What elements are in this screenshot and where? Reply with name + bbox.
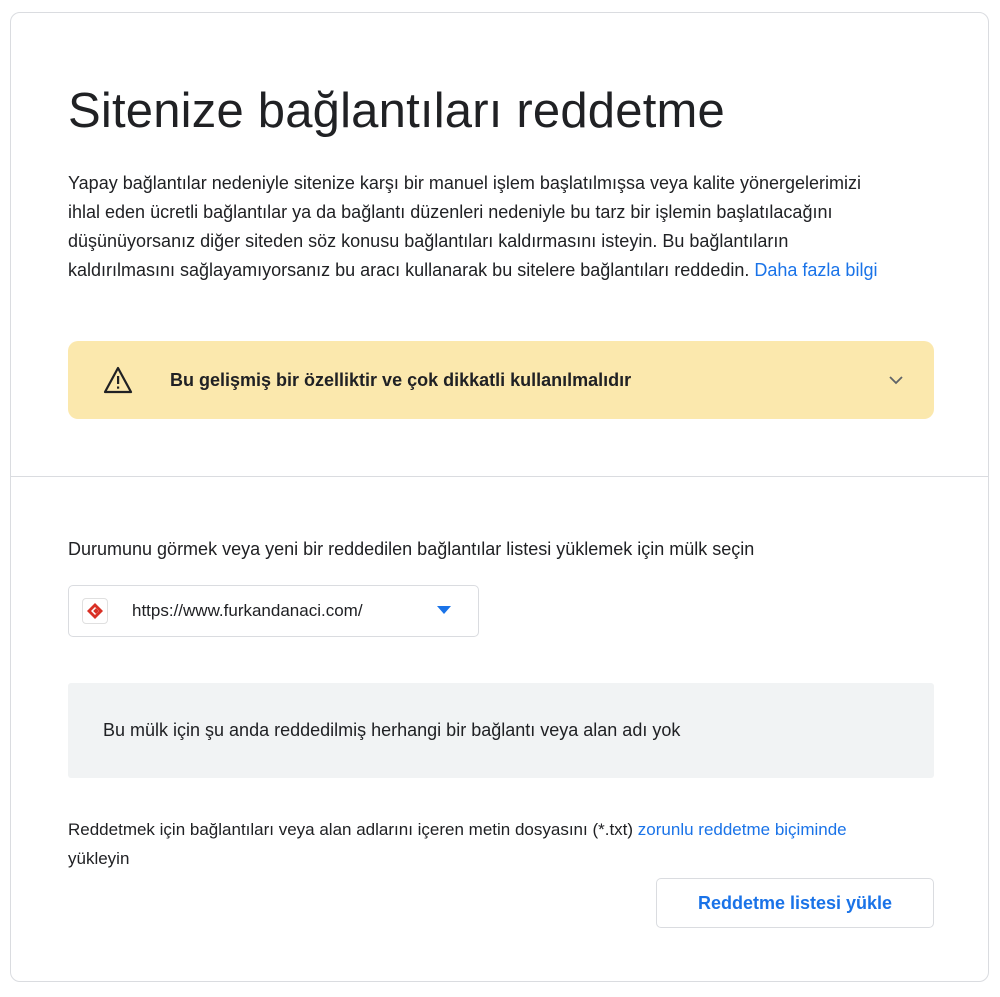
page-title: Sitenize bağlantıları reddetme — [68, 84, 725, 138]
disavow-card: Sitenize bağlantıları reddetme Yapay bağ… — [10, 12, 989, 982]
warning-text: Bu gelişmiş bir özelliktir ve çok dikkat… — [170, 370, 632, 390]
upload-disavow-list-button[interactable]: Reddetme listesi yükle — [656, 878, 934, 928]
property-selector[interactable]: https://www.furkandanaci.com/ — [68, 585, 479, 637]
warning-triangle-icon — [103, 366, 133, 394]
empty-state-box: Bu mülk için şu anda reddedilmiş herhang… — [68, 683, 934, 778]
learn-more-link[interactable]: Daha fazla bilgi — [754, 260, 877, 280]
upload-description-text: Reddetmek için bağlantıları veya alan ad… — [68, 820, 634, 839]
section-divider — [11, 476, 988, 477]
intro-paragraph: Yapay bağlantılar nedeniyle sitenize kar… — [68, 169, 888, 285]
site-favicon-icon — [82, 598, 108, 624]
upload-description-suffix: yükleyin — [68, 849, 130, 868]
advanced-feature-warning[interactable]: Bu gelişmiş bir özelliktir ve çok dikkat… — [68, 341, 934, 419]
empty-state-message: Bu mülk için şu anda reddedilmiş herhang… — [103, 720, 681, 740]
intro-text: Yapay bağlantılar nedeniyle sitenize kar… — [68, 173, 862, 280]
selected-property-url: https://www.furkandanaci.com/ — [132, 601, 363, 620]
chevron-down-icon[interactable] — [888, 372, 904, 388]
dropdown-arrow-icon — [437, 606, 451, 614]
upload-description: Reddetmek için bağlantıları veya alan ad… — [68, 815, 868, 873]
format-link[interactable]: zorunlu reddetme biçiminde — [638, 820, 847, 839]
property-prompt: Durumunu görmek veya yeni bir reddedilen… — [68, 539, 755, 559]
